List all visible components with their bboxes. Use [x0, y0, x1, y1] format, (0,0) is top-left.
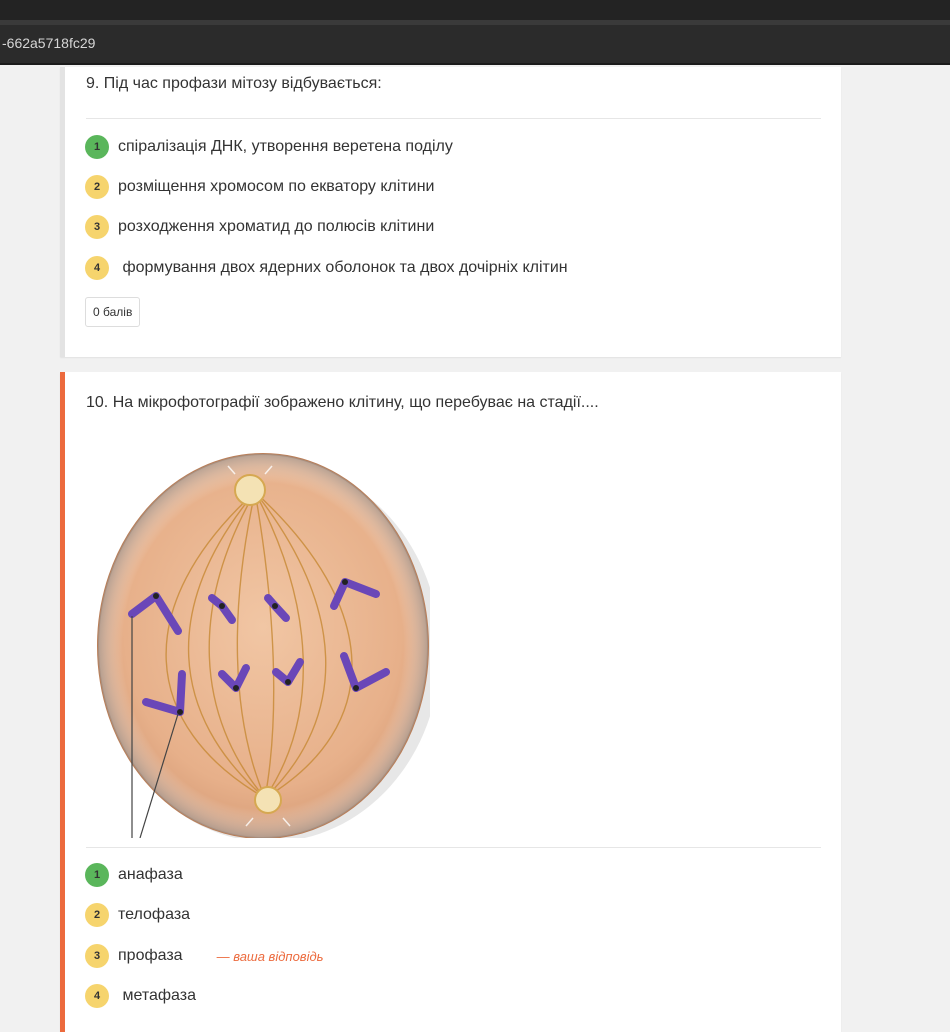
question-text: 10. На мікрофотографії зображено клітину… [86, 394, 599, 411]
option-number-badge: 4 [85, 256, 109, 280]
answer-option-4: 4 метафаза [85, 984, 196, 1008]
option-label: телофаза [118, 906, 191, 923]
option-number-badge: 4 [85, 984, 109, 1008]
url-text[interactable]: -662a5718fc29 [2, 35, 95, 51]
divider [86, 118, 821, 119]
option-number-badge: 3 [85, 944, 109, 968]
question-status-stripe [60, 372, 65, 1032]
question-text: 9. Під час профази мітозу відбувається: [86, 75, 382, 92]
answer-option-2: 2 телофаза [85, 903, 190, 927]
answer-option-3: 3 розходження хроматид до полюсів клітин… [85, 215, 434, 239]
question-status-stripe [60, 67, 65, 357]
answer-option-2: 2 розміщення хромосом по екватору клітин… [85, 175, 434, 199]
answer-option-1: 1 анафаза [85, 863, 183, 887]
option-number-badge: 2 [85, 903, 109, 927]
option-number-badge-correct: 1 [85, 863, 109, 887]
option-number-badge-correct: 1 [85, 135, 109, 159]
question-card-10: 10. На мікрофотографії зображено клітину… [60, 372, 841, 1032]
your-answer-note: — ваша відповідь [216, 948, 324, 964]
option-number-badge: 3 [85, 215, 109, 239]
address-bar[interactable]: -662a5718fc29 [0, 25, 950, 65]
option-number-badge: 2 [85, 175, 109, 199]
option-label: спіралізація ДНК, утворення веретена под… [118, 138, 453, 155]
browser-titlebar [0, 0, 950, 20]
cell-metaphase-illustration [90, 426, 440, 843]
answer-option-1: 1 спіралізація ДНК, утворення веретена п… [85, 135, 453, 159]
option-label: розходження хроматид до полюсів клітини [118, 218, 435, 235]
option-label: анафаза [118, 866, 183, 883]
answer-option-4: 4 формування двох ядерних оболонок та дв… [85, 256, 568, 280]
option-label: профаза [118, 947, 183, 964]
score-badge: 0 балів [85, 297, 141, 327]
option-label: розміщення хромосом по екватору клітини [118, 178, 435, 195]
option-label: формування двох ядерних оболонок та двох… [118, 259, 568, 276]
answer-option-3: 3 профаза — ваша відповідь [85, 944, 324, 968]
divider [86, 847, 821, 848]
question-card-9: 9. Під час профази мітозу відбувається: … [60, 67, 841, 357]
option-label: метафаза [118, 987, 196, 1004]
